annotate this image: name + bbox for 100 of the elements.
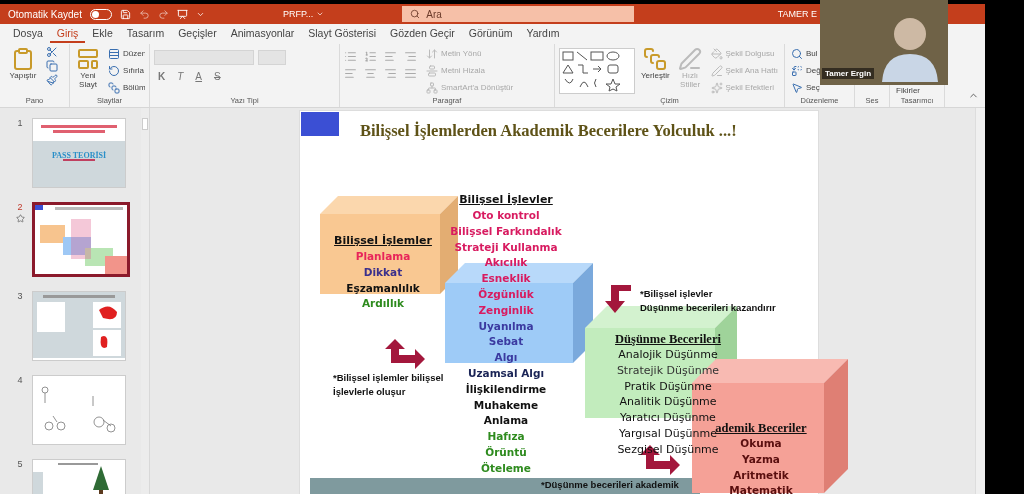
skill-item: Akıcılık [484,255,528,271]
paint-bucket-icon [710,47,723,60]
block-heading: Bilişsel İşlevler [459,192,553,208]
skill-item: Örüntü [485,444,527,460]
file-name-text: PRFP... [282,9,314,19]
skill-item: Yazma [742,451,780,467]
indent-icon[interactable] [384,50,397,63]
ribbon-button[interactable]: Yeni Slayt [74,46,102,91]
autosave-label: Otomatik Kaydet [8,8,82,20]
ribbon-button[interactable]: Yapıştır [4,46,42,82]
ribbon-button[interactable]: Bul [789,46,823,61]
format-button[interactable]: A [191,71,206,82]
skill-item: Ardıllık [361,296,405,312]
skill-item: Zenginlik [478,302,534,318]
skill-item: Uzamsal Algı [467,365,545,381]
note-text: *Bilişsel işlevler [640,287,714,301]
skill-item: Planlama [355,249,411,264]
stack-icon [108,81,120,94]
ribbon-tab[interactable]: Slayt Gösterisi [301,25,383,43]
skill-item: Anlama [483,413,529,429]
slide-title: Bilişsel İşlemlerden Akademik Becerilere Yolculuk ...! [360,121,737,141]
ribbon-tab[interactable]: Animasyonlar [223,25,302,43]
ribbon-tab[interactable]: Gözden Geçir [382,25,462,43]
pen-icon [710,64,723,77]
note-text: Düşünme becerileri kazandırır [640,301,776,315]
note-text: *Bilişsel işlemler bilişsel [333,371,444,385]
skill-item: Muhakeme [473,397,539,413]
ribbon-button[interactable]: Bölüm [106,80,145,95]
ribbon-tab[interactable]: Ekle [85,25,120,43]
align-left-icon[interactable] [344,67,357,80]
slide-number: 4 [17,375,23,385]
note-text: *Düşünme becerileri akademik [541,478,679,492]
skill-item: Öteleme [481,460,531,476]
skill-item: Analitik Düşünme [619,394,717,411]
justify-icon[interactable] [404,67,417,80]
bullet-list-icon[interactable] [344,50,357,63]
skill-item: Stratejik Düşünme [616,362,720,379]
align-icon [426,64,438,77]
ribbon-button[interactable]: Düzen [106,46,145,61]
smartart-icon [426,81,438,94]
slide-number: 1 [17,118,23,128]
format-button[interactable]: S [210,71,225,82]
numbered-list-icon[interactable] [364,50,377,63]
format-button[interactable]: T [173,71,188,82]
ribbon-tab[interactable]: Dosya [6,25,50,43]
replace-icon [791,64,803,77]
format-button[interactable]: K [154,71,170,82]
file-name[interactable]: PRFP... [282,9,325,19]
skill-item: Özgünlük [478,287,534,302]
ribbon-tab[interactable]: Geçişler [171,25,224,43]
ribbon-tab[interactable]: Görünüm [461,25,520,43]
font-name-field[interactable] [154,50,254,65]
paintbrush-icon[interactable] [46,74,58,86]
ribbon-button[interactable]: Değ [789,63,823,78]
redo-icon[interactable] [157,8,169,20]
scroll-bar[interactable] [975,108,985,494]
skill-item: Uyanılma [478,318,534,334]
align-right-icon[interactable] [384,67,397,80]
sparkles-icon [710,81,723,94]
skill-item: Oto kontrol [472,208,540,223]
search-icon [791,47,803,60]
ribbon-tab[interactable]: Yardım [519,25,567,43]
participant-name: Tamer Ergin [822,68,875,79]
scissors-icon[interactable] [46,46,58,58]
skill-item: İlişkilendirme [465,381,547,397]
ribbon-button[interactable]: Seç [789,80,823,95]
ribbon-button[interactable]: Yerleştir [639,46,672,82]
align-center-icon[interactable] [364,67,377,80]
text-direction-icon [426,47,438,60]
skill-item: Esneklik [481,271,531,287]
indent-icon[interactable] [404,50,417,63]
note-text: İşlevlerle oluşur [333,385,407,399]
skill-item: Analojik Düşünme [618,347,718,363]
arrange-icon [643,47,668,71]
copy-icon[interactable] [46,60,58,72]
presentation-icon[interactable] [176,8,188,20]
shapes-gallery[interactable] [559,48,635,94]
save-icon[interactable] [119,8,131,20]
skill-item: Yargısal Düşünme [619,427,717,442]
thumbnail-title: PASS TEORİSİ [50,151,108,160]
block-heading: Bilişsel İşlemler [334,233,432,249]
ribbon-button[interactable]: Fikirler [894,86,922,95]
skill-item: Aritmetik [733,467,789,483]
user-name[interactable]: TAMER E [777,9,817,19]
search-field[interactable]: Ara [402,6,635,22]
slide-number: 5 [17,459,23,469]
skill-item: Pratik Düşünme [624,378,712,395]
slide-number: 2 [17,202,23,212]
slide-thumbnail[interactable] [32,202,130,277]
reset-icon [108,64,120,77]
skill-item: Algı [494,350,518,366]
slide-number: 3 [17,291,23,301]
undo-icon[interactable] [138,8,150,20]
ribbon-button[interactable]: Sıfırla [106,63,145,78]
pointer-icon [791,81,803,94]
font-size-field[interactable] [258,50,286,65]
accent-block [301,112,339,136]
ribbon-tab[interactable]: Tasarım [119,25,172,43]
clipboard-icon [11,47,35,71]
skill-item: Yaratıcı Düşünme [620,410,716,425]
